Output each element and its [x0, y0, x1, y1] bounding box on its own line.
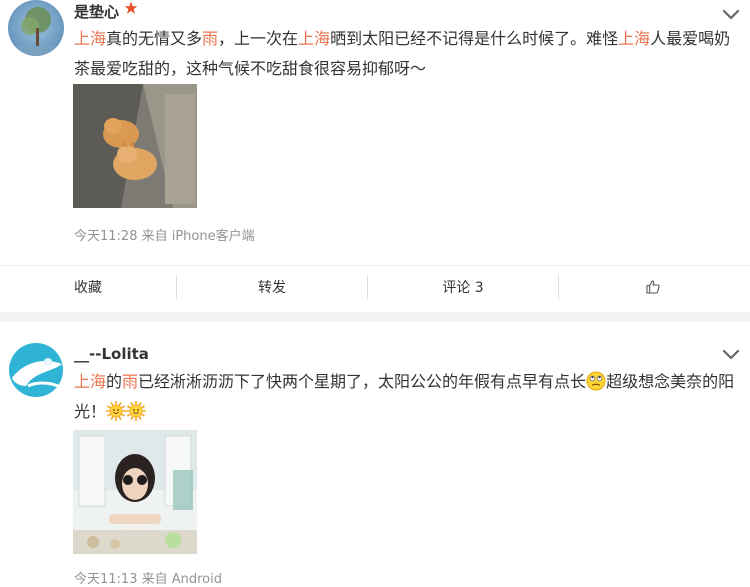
user-avatar[interactable]	[8, 342, 64, 398]
post-content: 上海真的无情又多雨，上一次在上海晒到太阳已经不记得是什么时候了。难怪上海人最爱喝…	[74, 24, 744, 84]
chevron-down-icon[interactable]	[722, 349, 740, 361]
content-text: 真的无情又多	[106, 29, 203, 48]
emoji-roll-eyes-icon	[586, 371, 606, 391]
repost-label: 转发	[258, 280, 286, 296]
content-text: ，上一次在	[218, 29, 299, 48]
content-text: 已经淅淅沥沥下了快两个星期了，太阳公公的年假有点早有点长	[138, 372, 587, 391]
comment-label: 评论 3	[442, 280, 484, 296]
post-content: 上海的雨已经淅淅沥沥下了快两个星期了，太阳公公的年假有点早有点长 超级想念美奈的阳…	[74, 367, 744, 427]
emoji-sun-icon	[126, 401, 147, 421]
keyword-highlight[interactable]: 上海	[74, 372, 106, 391]
post-image-cats[interactable]	[73, 84, 197, 208]
post-meta: 今天11:13 来自 Android	[74, 572, 222, 587]
keyword-highlight[interactable]: 雨	[122, 372, 138, 391]
weibo-post-1: 是垫心 上海真的无情又多雨，上一次在上海晒到太阳已经不记得是什么时候了。难怪上海…	[0, 0, 750, 312]
favorite-button[interactable]: 收藏	[0, 266, 176, 308]
like-button[interactable]	[559, 266, 747, 308]
repost-button[interactable]: 转发	[177, 266, 367, 308]
verified-star-icon	[124, 0, 138, 19]
keyword-highlight[interactable]: 雨	[202, 29, 218, 48]
chevron-down-icon[interactable]	[722, 9, 740, 21]
favorite-label: 收藏	[74, 280, 102, 296]
emoji-sun-icon	[106, 401, 127, 421]
keyword-highlight[interactable]: 上海	[74, 29, 106, 48]
keyword-highlight[interactable]: 上海	[298, 29, 330, 48]
post-image-girl[interactable]	[73, 430, 197, 554]
keyword-highlight[interactable]: 上海	[618, 29, 650, 48]
username[interactable]: 是垫心	[74, 1, 119, 22]
content-text: 晒到太阳已经不记得是什么时候了。难怪	[330, 29, 619, 48]
post-separator	[0, 312, 750, 322]
comment-button[interactable]: 评论 3	[368, 266, 558, 308]
post-meta: 今天11:28 来自 iPhone客户端	[74, 229, 255, 244]
weibo-post-2: __--Lolita 上海的雨已经淅淅沥沥下了快两个星期了，太阳公公的年假有点早…	[0, 322, 750, 587]
user-avatar[interactable]	[8, 0, 64, 56]
thumbs-up-icon	[646, 280, 660, 294]
username[interactable]: __--Lolita	[74, 345, 149, 363]
content-text: 的	[106, 372, 123, 391]
action-bar: 收藏 转发 评论 3	[0, 265, 750, 308]
